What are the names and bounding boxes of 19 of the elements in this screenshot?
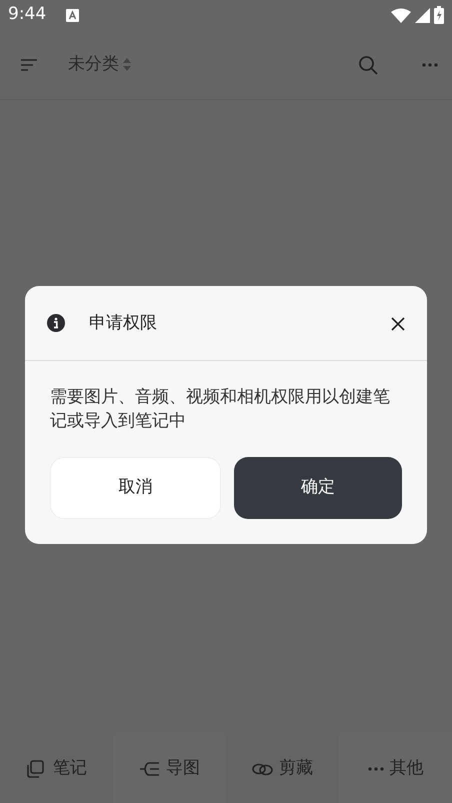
dialog-title: 申请权限 <box>89 314 157 332</box>
info-icon <box>47 314 65 332</box>
more-icon <box>422 63 438 68</box>
search-icon <box>358 55 378 76</box>
close-icon <box>391 316 405 331</box>
dialog-message: 需要图片、音频、视频和相机权限用以创建笔记或导入到笔记中 <box>49 386 391 433</box>
more-icon <box>368 767 384 771</box>
sort-caret-icon <box>123 58 131 71</box>
notification-icon <box>66 8 80 22</box>
notes-icon <box>26 760 47 778</box>
sort-icon <box>20 58 38 72</box>
clock-text: 9:44 <box>8 3 46 26</box>
wifi-icon <box>391 8 411 22</box>
signal-icon <box>415 8 430 22</box>
branch-icon <box>139 760 160 778</box>
cancel-button[interactable]: 取消 <box>50 457 220 519</box>
category-dropdown[interactable]: 未分类 <box>68 52 131 78</box>
confirm-button[interactable]: 确定 <box>234 457 402 519</box>
battery-icon <box>434 6 444 24</box>
